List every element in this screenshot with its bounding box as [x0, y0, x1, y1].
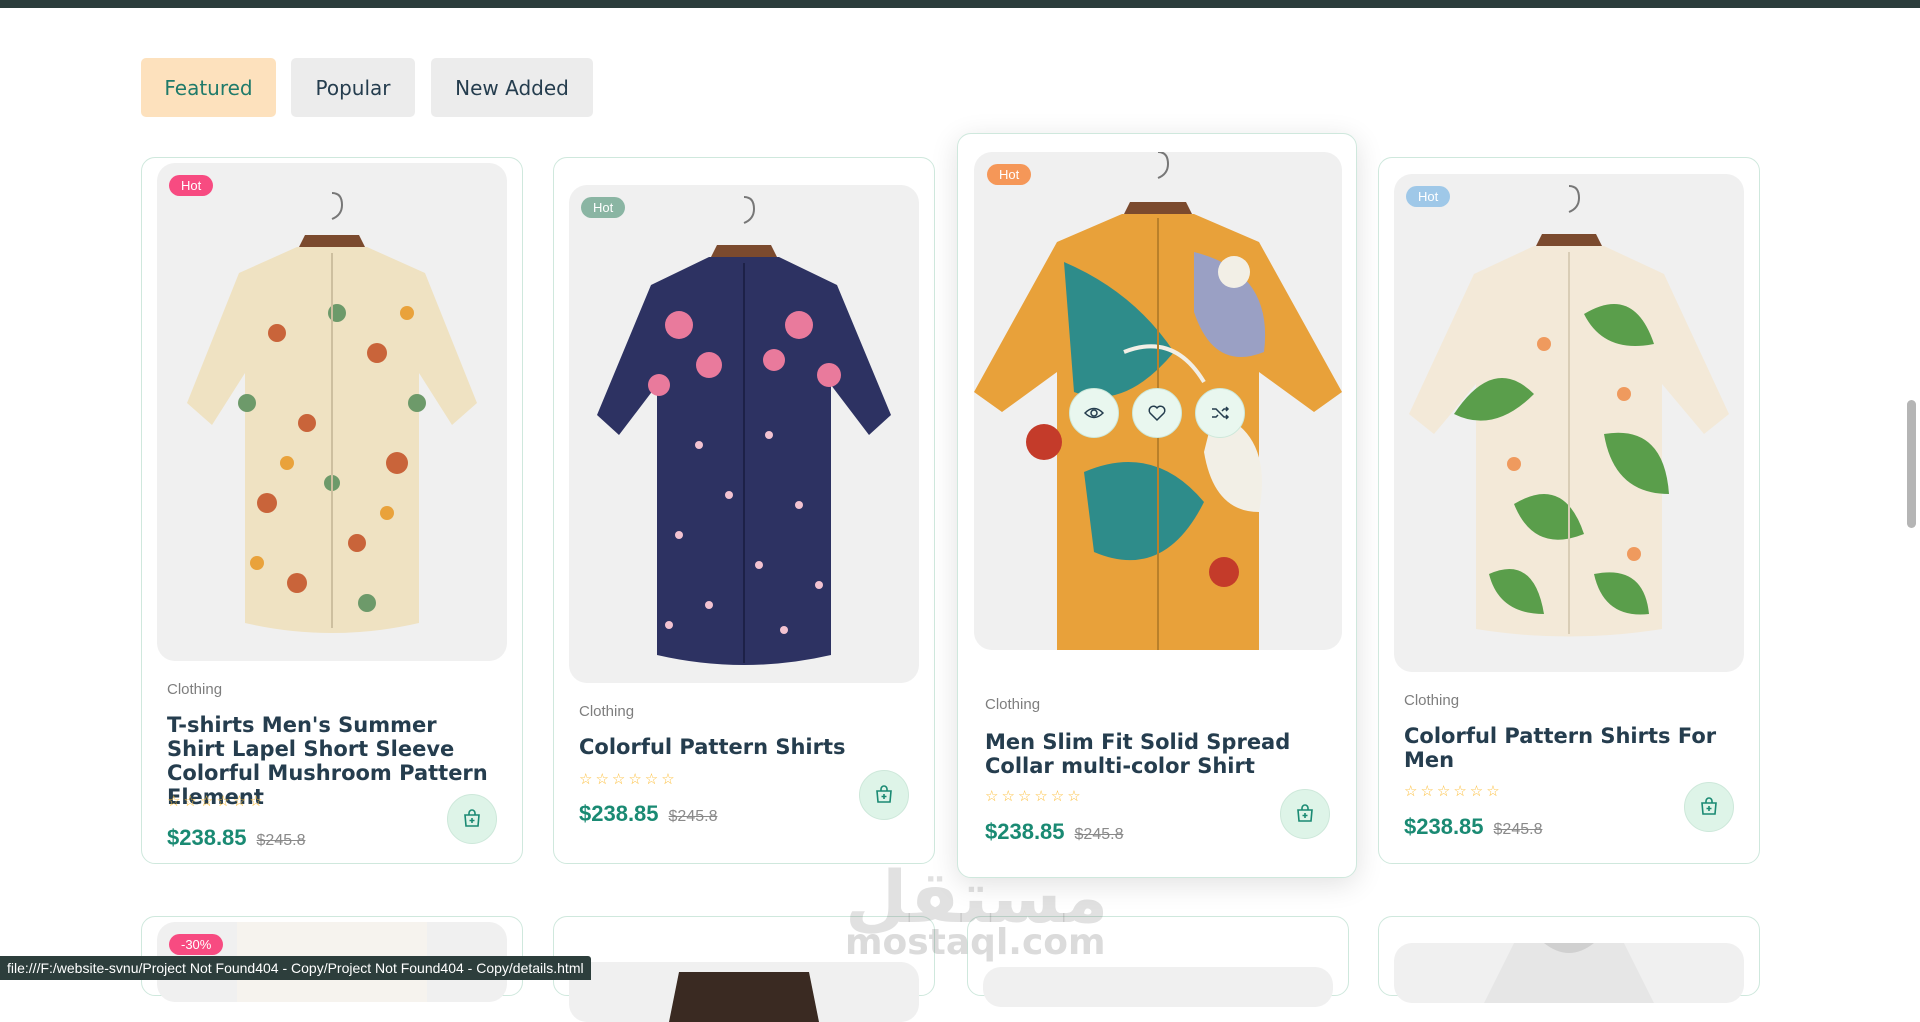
tab-new-added[interactable]: New Added	[431, 58, 593, 117]
current-price: $238.85	[167, 825, 247, 850]
product-title[interactable]: Men Slim Fit Solid Spread Collar multi-c…	[985, 730, 1315, 778]
cart-add-icon	[876, 785, 892, 803]
add-to-cart-button[interactable]	[1280, 789, 1330, 839]
shirt-image	[187, 192, 477, 633]
product-image[interactable]	[569, 185, 919, 683]
status-bar-url: file:///F:/website-svnu/Project Not Foun…	[0, 956, 591, 980]
add-to-cart-button[interactable]	[447, 794, 497, 844]
product-image[interactable]	[569, 962, 919, 1022]
product-card[interactable]: Hot Clothing Colorful Pattern Shirts ☆☆☆…	[553, 157, 935, 864]
product-category: Clothing	[167, 681, 223, 698]
product-image[interactable]	[983, 967, 1333, 1007]
product-image[interactable]	[1394, 943, 1744, 1003]
product-category: Clothing	[985, 696, 1041, 713]
product-price: $238.85 $245.8	[1404, 814, 1542, 840]
cart-add-icon	[1297, 804, 1313, 822]
heart-icon	[1148, 405, 1166, 422]
shuffle-icon	[1212, 406, 1230, 420]
old-price: $245.8	[1493, 821, 1543, 838]
watermark-text: mostaql.com	[845, 922, 1106, 963]
shirt-image	[1484, 943, 1654, 1003]
product-category: Clothing	[1404, 692, 1460, 709]
shirt-image	[669, 972, 819, 1022]
top-bar	[0, 0, 1920, 8]
add-to-cart-button[interactable]	[859, 770, 909, 820]
product-card[interactable]: Hot Clothing T-shirts Men's Summer Shirt…	[141, 157, 523, 864]
tab-featured[interactable]: Featured	[141, 58, 276, 117]
old-price: $245.8	[668, 808, 718, 825]
rating-stars: ☆☆☆☆☆☆	[167, 793, 266, 810]
cart-add-icon	[1701, 797, 1717, 815]
product-category: Clothing	[579, 703, 635, 720]
product-title[interactable]: Colorful Pattern Shirts	[579, 735, 909, 759]
add-to-wishlist-button[interactable]	[1132, 388, 1182, 438]
hot-badge: Hot	[987, 164, 1032, 185]
current-price: $238.85	[579, 801, 659, 826]
hot-badge: Hot	[1406, 186, 1451, 207]
product-image[interactable]	[157, 163, 507, 661]
rating-stars: ☆☆☆☆☆☆	[985, 788, 1084, 805]
add-to-cart-button[interactable]	[1684, 782, 1734, 832]
rating-stars: ☆☆☆☆☆☆	[579, 771, 678, 788]
product-price: $238.85 $245.8	[167, 825, 305, 851]
discount-badge: -30%	[169, 934, 224, 955]
old-price: $245.8	[1074, 826, 1124, 843]
old-price: $245.8	[256, 832, 306, 849]
quick-view-button[interactable]	[1069, 388, 1119, 438]
product-price: $238.85 $245.8	[985, 819, 1123, 845]
product-card[interactable]: Hot Clothing Colorful Pattern Shirts For…	[1378, 157, 1760, 864]
product-card[interactable]	[1378, 916, 1760, 1003]
product-title[interactable]: Colorful Pattern Shirts For Men	[1404, 724, 1734, 772]
current-price: $238.85	[985, 819, 1065, 844]
page-scrollbar[interactable]	[1903, 8, 1920, 980]
eye-icon	[1084, 407, 1104, 419]
compare-button[interactable]	[1195, 388, 1245, 438]
hot-badge: Hot	[581, 197, 626, 218]
hot-badge: Hot	[169, 175, 214, 196]
rating-stars: ☆☆☆☆☆☆	[1404, 783, 1503, 800]
current-price: $238.85	[1404, 814, 1484, 839]
product-price: $238.85 $245.8	[579, 801, 717, 827]
product-card[interactable]: Hot Clothing Men Slim Fit Solid Spread C…	[957, 133, 1357, 878]
shirt-image	[597, 196, 891, 665]
product-image[interactable]	[1394, 174, 1744, 672]
cart-add-icon	[464, 809, 480, 827]
tab-popular[interactable]: Popular	[291, 58, 415, 117]
scrollbar-thumb[interactable]	[1907, 400, 1916, 528]
shirt-image	[1409, 185, 1729, 637]
